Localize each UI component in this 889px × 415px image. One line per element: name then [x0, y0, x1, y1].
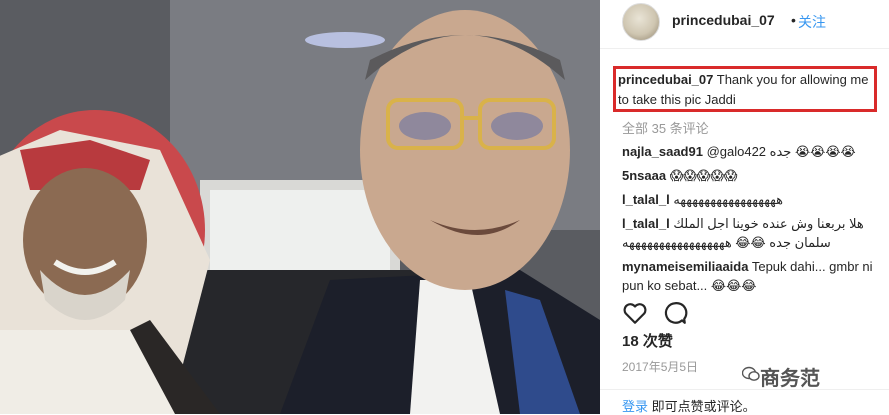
follow-button[interactable]: 关注 [798, 12, 826, 32]
comment-item: 5nsaaa 😱😱😱😱😱 [622, 166, 884, 185]
separator-dot: • [791, 12, 796, 28]
comment-username[interactable]: mynameisemiliaaida [622, 259, 748, 274]
heart-icon[interactable] [622, 300, 648, 326]
comment-username[interactable]: 5nsaaa [622, 168, 666, 183]
comment-item: l_talal_l هلا بربعنا وش عنده خوينا اجل ا… [622, 214, 884, 252]
comment-username[interactable]: l_talal_l [622, 192, 670, 207]
post-photo [0, 0, 600, 414]
comment-item: najla_saad91 @galo422 جده 😭😭😭😭 [622, 142, 884, 161]
watermark: 商务范 [760, 368, 820, 390]
comment-item: mynameisemiliaaida Tepuk dahi... gmbr ni… [622, 257, 884, 295]
wechat-icon [742, 366, 760, 381]
comment-text: 😱😱😱😱😱 [666, 168, 738, 183]
login-link[interactable]: 登录 [622, 399, 648, 414]
comment-username[interactable]: l_talal_l [622, 216, 670, 231]
post-caption: princedubai_07 Thank you for allowing me… [618, 70, 874, 110]
all-comments-link[interactable]: 全部 35 条评论 [622, 118, 709, 137]
comment-username[interactable]: najla_saad91 [622, 144, 703, 159]
comment-text: هههههههههههههههههه [669, 192, 784, 207]
post-footer: 登录 即可点赞或评论。 [600, 389, 889, 415]
post-header: princedubai_07 • 关注 [600, 0, 889, 49]
selfie-illustration [0, 0, 600, 414]
login-prompt-text: 即可点赞或评论。 [648, 399, 756, 414]
login-prompt: 登录 即可点赞或评论。 [622, 396, 756, 415]
comment-icon[interactable] [662, 300, 688, 326]
likes-count[interactable]: 18 次赞 [622, 330, 673, 351]
post-date: 2017年5月5日 [622, 360, 699, 374]
caption-username[interactable]: princedubai_07 [618, 72, 713, 87]
avatar[interactable] [622, 3, 660, 41]
instagram-post: princedubai_07 • 关注 princedubai_07 Thank… [0, 0, 889, 414]
comment-text: @galo422 جده 😭😭😭😭 [702, 144, 856, 159]
header-username[interactable]: princedubai_07 [672, 12, 775, 28]
comment-item: l_talal_l هههههههههههههههههه [622, 190, 884, 209]
comments-panel: princedubai_07 • 关注 princedubai_07 Thank… [600, 0, 889, 414]
